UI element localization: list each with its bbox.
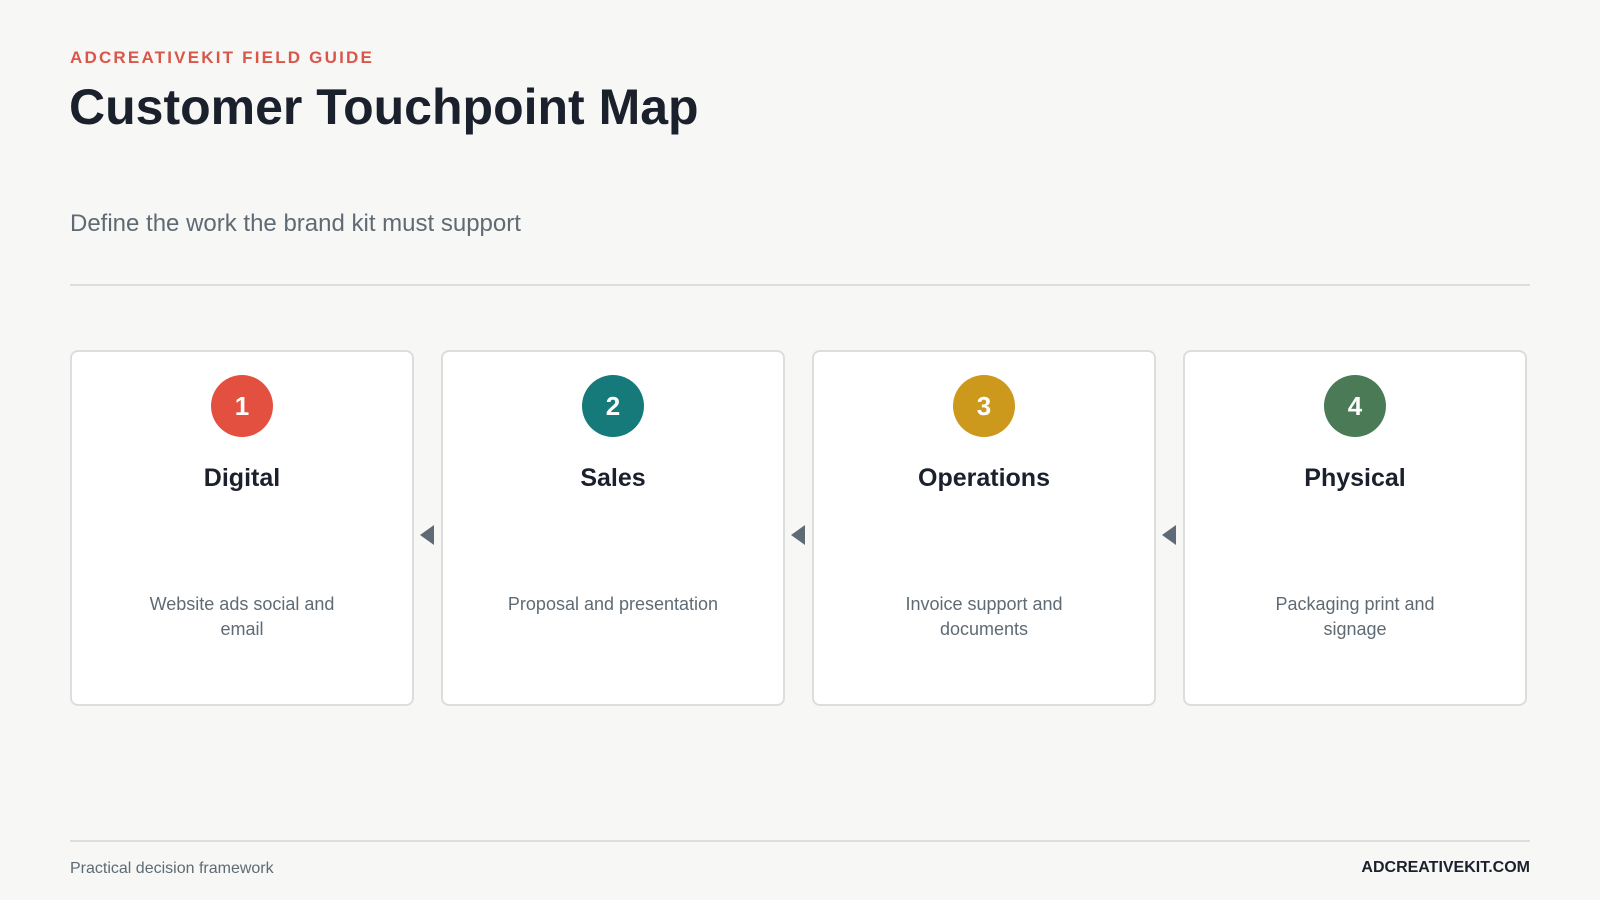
card-description: Website ads social and email: [149, 594, 335, 639]
step-number-badge: 1: [211, 375, 273, 437]
footer-divider: [70, 840, 1530, 842]
step-number-badge: 2: [582, 375, 644, 437]
step-number-badge: 3: [953, 375, 1015, 437]
card-title: Physical: [1304, 464, 1406, 492]
step-number-badge: 4: [1324, 375, 1386, 437]
card-description: Packaging print and signage: [1275, 594, 1435, 639]
footer-tagline: Practical decision framework: [70, 860, 274, 877]
touchpoint-card-operations: 3 Operations Invoice support and documen…: [812, 350, 1156, 706]
page-title: Customer Touchpoint Map: [69, 79, 699, 135]
card-description: Proposal and presentation: [507, 594, 719, 614]
triangle-left-icon: [791, 525, 805, 545]
eyebrow-label: ADCREATIVEKIT FIELD GUIDE: [70, 48, 375, 67]
triangle-left-icon: [420, 525, 434, 545]
card-title: Digital: [203, 464, 281, 492]
touchpoint-card-digital: 1 Digital Website ads social and email: [70, 350, 414, 706]
card-title: Sales: [580, 464, 646, 492]
page-subtitle: Define the work the brand kit must suppo…: [70, 210, 521, 237]
touchpoint-card-physical: 4 Physical Packaging print and signage: [1183, 350, 1527, 706]
card-title: Operations: [918, 464, 1050, 492]
triangle-left-icon: [1162, 525, 1176, 545]
footer-site-name: ADCREATIVEKIT.COM: [1361, 859, 1530, 876]
touchpoint-cards: 1 Digital Website ads social and email 2…: [70, 350, 1530, 710]
card-description: Invoice support and documents: [905, 594, 1063, 639]
header-divider: [70, 284, 1530, 286]
touchpoint-card-sales: 2 Sales Proposal and presentation: [441, 350, 785, 706]
